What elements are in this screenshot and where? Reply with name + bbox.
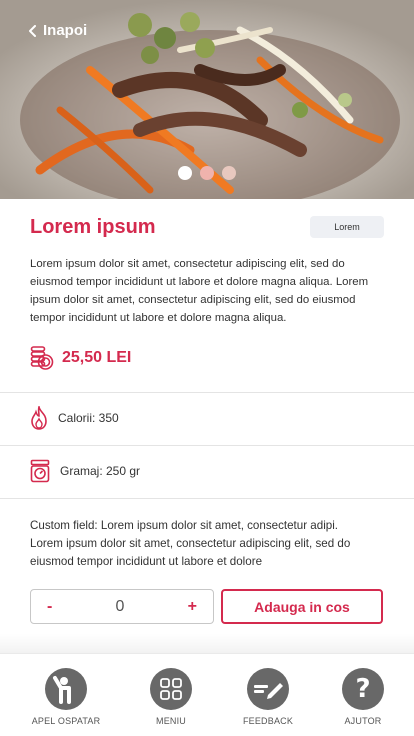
back-button[interactable]: Inapoi — [28, 22, 87, 39]
price-value: 25,50 LEI — [62, 349, 132, 366]
carousel-dot-2[interactable] — [200, 166, 214, 180]
product-title: Lorem ipsum — [30, 216, 156, 238]
nav-item-feedback[interactable]: FEEDBACK — [223, 668, 313, 726]
calories-text: Calorii: 350 — [58, 411, 119, 425]
increment-button[interactable]: + — [188, 598, 197, 616]
quantity-stepper: - 0 + — [30, 589, 214, 624]
price-row: 25,50 LEI — [30, 345, 131, 371]
weight-row: Gramaj: 250 gr — [30, 459, 140, 483]
nav-shadow — [0, 633, 414, 653]
carousel-dot-1[interactable] — [178, 166, 192, 180]
nav-item-call-waiter[interactable]: APEL OSPATAR — [21, 668, 111, 726]
divider — [0, 445, 414, 446]
divider — [0, 498, 414, 499]
divider — [0, 392, 414, 393]
quantity-value: 0 — [115, 597, 125, 615]
nav-label: MENIU — [156, 716, 186, 726]
grid-icon — [150, 668, 192, 710]
decrement-button[interactable]: - — [47, 598, 52, 616]
carousel-dot-3[interactable] — [222, 166, 236, 180]
nav-label: FEEDBACK — [242, 716, 294, 726]
weight-text: Gramaj: 250 gr — [60, 464, 141, 478]
calories-row: Calorii: 350 — [30, 406, 119, 430]
scale-icon — [30, 459, 50, 483]
nav-label: AJUTOR — [344, 716, 382, 726]
coins-icon — [30, 346, 54, 370]
bottom-nav: APEL OSPATAR MENIU FEEDBACK ? AJUTOR — [0, 653, 414, 736]
nav-item-help[interactable]: ? AJUTOR — [318, 668, 408, 726]
hero-image: Inapoi — [0, 0, 414, 199]
flame-icon — [31, 406, 47, 430]
nav-item-menu[interactable]: MENIU — [126, 668, 216, 726]
waiter-icon — [45, 668, 87, 710]
product-tag: Lorem — [310, 216, 384, 238]
question-icon: ? — [342, 668, 384, 710]
feedback-pen-icon — [247, 668, 289, 710]
carousel-indicators — [178, 166, 236, 180]
chevron-left-icon — [29, 24, 36, 37]
nav-label: APEL OSPATAR — [31, 716, 101, 726]
product-description: Lorem ipsum dolor sit amet, consectetur … — [30, 258, 369, 324]
add-to-cart-button[interactable]: Adauga in cos — [221, 589, 383, 624]
back-label: Inapoi — [43, 22, 88, 39]
custom-field-text: Custom field: Lorem ipsum dolor sit amet… — [30, 519, 351, 568]
